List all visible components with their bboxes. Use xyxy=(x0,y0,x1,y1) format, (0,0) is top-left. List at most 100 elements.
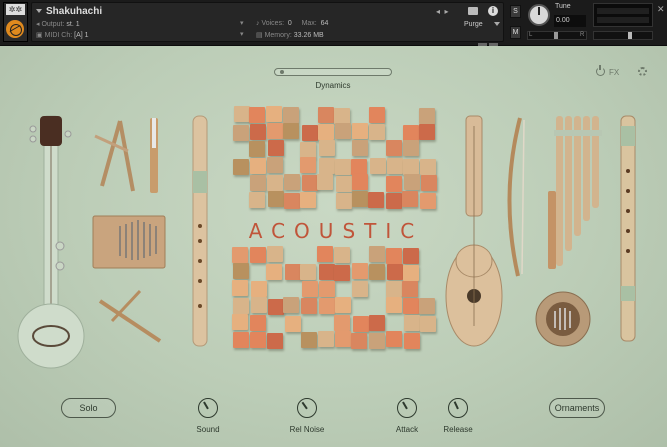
wood-cube xyxy=(301,298,317,314)
fx-power-icon[interactable] xyxy=(596,65,605,76)
wood-cube xyxy=(404,333,420,349)
output-selector[interactable]: ◂ Output: st. 1 xyxy=(36,20,80,28)
close-icon[interactable]: ✕ xyxy=(657,4,665,15)
midi-channel-selector[interactable]: ▣ MIDI Ch: [A] 1 xyxy=(36,31,89,39)
dynamics-slider[interactable] xyxy=(274,68,392,76)
pan-right-label: R xyxy=(580,32,585,38)
wood-cube xyxy=(387,264,403,280)
wood-cube xyxy=(334,247,350,263)
instrument-menu-arrow-icon[interactable] xyxy=(36,9,42,13)
memory-readout: ▤ Memory: 33.26 MB xyxy=(256,31,324,39)
purge-menu[interactable]: Purge xyxy=(464,21,483,28)
sound-knob-group: Sound xyxy=(183,398,233,434)
wood-cube xyxy=(268,191,284,207)
sound-knob-label: Sound xyxy=(196,425,220,434)
wood-cube xyxy=(351,159,367,175)
wood-cube xyxy=(369,315,385,331)
memory-value: 33.26 MB xyxy=(293,32,324,39)
wood-cube xyxy=(335,123,351,139)
wood-cube xyxy=(334,315,350,331)
solo-button[interactable]: Solo xyxy=(61,398,116,418)
wood-cube xyxy=(402,281,418,297)
wood-cube xyxy=(232,314,248,330)
max-voices-label: Max: xyxy=(301,20,317,27)
wood-cube xyxy=(234,106,250,122)
settings-gear-icon[interactable] xyxy=(638,67,647,76)
wood-cube xyxy=(352,191,368,207)
attack-knob-group: Attack xyxy=(382,398,432,434)
fx-button[interactable]: FX xyxy=(609,68,619,77)
wood-cube xyxy=(251,297,267,313)
wood-cube xyxy=(403,125,419,141)
wood-cube xyxy=(351,333,367,349)
wood-cube xyxy=(317,174,333,190)
wood-cube xyxy=(402,191,418,207)
tune-label: Tune xyxy=(555,3,571,10)
rel-noise-knob[interactable] xyxy=(297,398,317,418)
wood-cube xyxy=(403,248,419,264)
wood-cube xyxy=(420,316,436,332)
midi-label: MIDI Ch: xyxy=(44,32,73,39)
orange-logo-icon xyxy=(6,20,24,38)
wood-cube xyxy=(386,331,402,347)
wood-cube xyxy=(250,158,266,174)
volume-slider[interactable] xyxy=(593,31,653,40)
round-kalimba-illustration xyxy=(535,291,591,347)
output-value: st. 1 xyxy=(66,21,80,28)
tune-knob[interactable] xyxy=(528,4,550,26)
wood-cube xyxy=(250,175,266,191)
wood-cube xyxy=(250,247,266,263)
midi-dropdown-icon[interactable]: ▾ xyxy=(240,30,244,38)
camera-icon[interactable] xyxy=(468,7,478,15)
wood-cube xyxy=(386,281,402,297)
wood-cube xyxy=(267,157,283,173)
wood-cube xyxy=(419,298,435,314)
sound-knob[interactable] xyxy=(198,398,218,418)
wood-cube xyxy=(319,298,335,314)
max-voices-value[interactable]: 64 xyxy=(321,20,329,27)
mute-toggle-button[interactable]: M xyxy=(510,26,521,39)
rel-noise-knob-label: Rel Noise xyxy=(289,425,325,434)
solo-toggle-button[interactable]: S xyxy=(510,5,521,18)
release-knob[interactable] xyxy=(448,398,468,418)
midi-icon: ▣ xyxy=(36,32,43,39)
wood-cube xyxy=(404,315,420,331)
wood-cube xyxy=(233,159,249,175)
dynamics-slider-handle[interactable] xyxy=(280,70,285,74)
instrument-title[interactable]: Shakuhachi xyxy=(46,6,102,17)
voices-label: Voices: xyxy=(261,20,285,27)
wood-cube xyxy=(352,263,368,279)
output-label: Output: xyxy=(41,21,65,28)
wood-cube xyxy=(267,175,283,191)
shakuhachi-illustration xyxy=(620,115,636,342)
wood-cube xyxy=(387,158,403,174)
wood-cube xyxy=(232,247,248,263)
purge-dropdown-icon[interactable] xyxy=(494,22,500,26)
wood-cube xyxy=(370,158,386,174)
aux-mini-bars xyxy=(478,33,500,46)
instrument-logo-box[interactable]: ✲✲ xyxy=(3,2,28,42)
instrument-header-panel: Shakuhachi ◂ Output: st. 1 ▣ MIDI Ch: [A… xyxy=(31,2,504,46)
wood-cube xyxy=(301,332,317,348)
wood-cube xyxy=(267,123,283,139)
wood-cube xyxy=(267,333,283,349)
pan-slider[interactable] xyxy=(527,31,587,40)
attack-knob[interactable] xyxy=(397,398,417,418)
wood-cube xyxy=(335,297,351,313)
wood-cube xyxy=(267,246,283,262)
preset-nav-arrows-icon[interactable]: ◂ ▸ xyxy=(436,7,448,16)
meter-right-bar xyxy=(597,17,649,23)
tune-value[interactable]: 0.00 xyxy=(554,15,586,27)
wood-cube xyxy=(352,174,368,190)
wood-cube xyxy=(386,248,402,264)
release-knob-group: Release xyxy=(433,398,483,434)
wood-cube xyxy=(285,264,301,280)
output-dropdown-icon[interactable]: ▾ xyxy=(240,19,244,27)
wood-cube xyxy=(318,124,334,140)
level-meter xyxy=(593,3,653,27)
wood-cube xyxy=(319,140,335,156)
ornaments-button[interactable]: Ornaments xyxy=(549,398,605,418)
wood-cube xyxy=(403,140,419,156)
wood-cube xyxy=(369,264,385,280)
info-icon[interactable]: i xyxy=(488,6,498,16)
